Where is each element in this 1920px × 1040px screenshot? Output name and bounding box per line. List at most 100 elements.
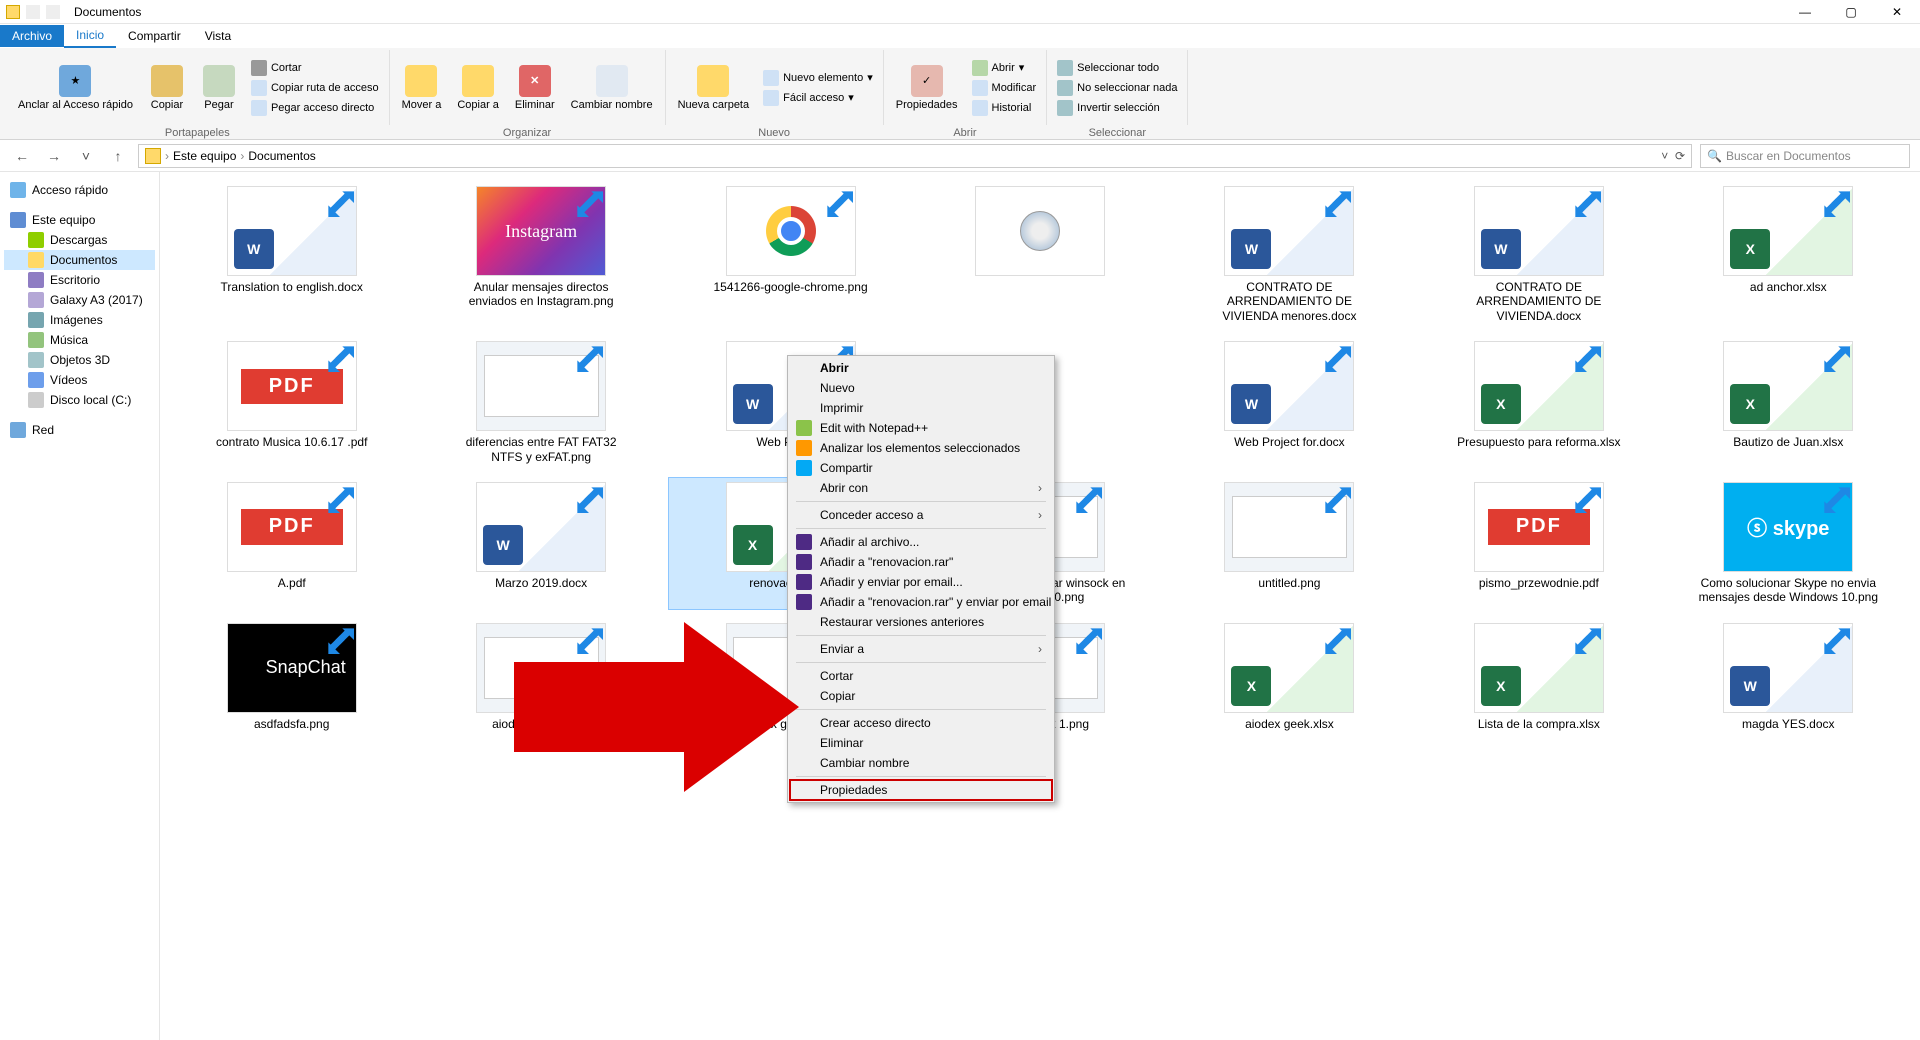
file-item[interactable]: 1541266-google-chrome.png — [669, 182, 912, 327]
tab-vista[interactable]: Vista — [193, 25, 243, 47]
file-item[interactable]: Xaiodex geek.xlsx — [1168, 619, 1411, 735]
file-item[interactable]: InstagramAnular mensajes directos enviad… — [419, 182, 662, 327]
file-item[interactable]: XLista de la compra.xlsx — [1417, 619, 1660, 735]
ribbon-tabs: Archivo Inicio Compartir Vista — [0, 24, 1920, 48]
sidebar-network[interactable]: Red — [4, 420, 155, 440]
sidebar-item-escritorio[interactable]: Escritorio — [4, 270, 155, 290]
breadcrumb-current[interactable]: Documentos — [248, 149, 315, 163]
cm-properties[interactable]: Propiedades — [790, 780, 1052, 800]
file-item[interactable]: Wmagda YES.docx — [1667, 619, 1910, 735]
edit-button[interactable]: Modificar — [968, 79, 1041, 97]
file-name: asdfadsfa.png — [254, 717, 329, 731]
search-input[interactable]: 🔍 Buscar en Documentos — [1700, 144, 1910, 168]
invert-selection-button[interactable]: Invertir selección — [1053, 99, 1181, 117]
tab-archivo[interactable]: Archivo — [0, 25, 64, 47]
cm-cut[interactable]: Cortar — [790, 666, 1052, 686]
file-item[interactable]: WCONTRATO DE ARRENDAMIENTO DE VIVIENDA.d… — [1417, 182, 1660, 327]
sidebar-item-imagenes[interactable]: Imágenes — [4, 310, 155, 330]
file-item[interactable]: untitled.png — [1168, 478, 1411, 609]
file-item[interactable]: PDFcontrato Musica 10.6.17 .pdf — [170, 337, 413, 468]
paste-button[interactable]: Pegar — [195, 63, 243, 113]
up-button[interactable]: ↑ — [106, 144, 130, 168]
tab-inicio[interactable]: Inicio — [64, 24, 116, 48]
cm-rename[interactable]: Cambiar nombre — [790, 753, 1052, 773]
history-button[interactable]: Historial — [968, 99, 1041, 117]
copy-button[interactable]: Copiar — [143, 63, 191, 113]
file-item[interactable]: PDFA.pdf — [170, 478, 413, 609]
delete-button[interactable]: ✕Eliminar — [509, 63, 561, 113]
cm-analyze[interactable]: Analizar los elementos seleccionados — [790, 438, 1052, 458]
minimize-button[interactable]: — — [1782, 0, 1828, 24]
back-button[interactable]: ← — [10, 144, 34, 168]
file-item[interactable]: WCONTRATO DE ARRENDAMIENTO DE VIVIENDA m… — [1168, 182, 1411, 327]
cm-restore[interactable]: Restaurar versiones anteriores — [790, 612, 1052, 632]
file-grid[interactable]: WTranslation to english.docxInstagramAnu… — [160, 172, 1920, 1040]
address-bar[interactable]: › Este equipo › Documentos ˅ ⟳ — [138, 144, 1692, 168]
cm-notepad[interactable]: Edit with Notepad++ — [790, 418, 1052, 438]
cut-button[interactable]: Cortar — [247, 59, 383, 77]
file-name: untitled.png — [1258, 576, 1320, 590]
sidebar-item-musica[interactable]: Música — [4, 330, 155, 350]
select-none-button[interactable]: No seleccionar nada — [1053, 79, 1181, 97]
cm-shortcut[interactable]: Crear acceso directo — [790, 713, 1052, 733]
properties-button[interactable]: ✓Propiedades — [890, 63, 964, 113]
copy-path-button[interactable]: Copiar ruta de acceso — [247, 79, 383, 97]
cm-share[interactable]: Compartir — [790, 458, 1052, 478]
cm-add-email[interactable]: Añadir y enviar por email... — [790, 572, 1052, 592]
cm-print[interactable]: Imprimir — [790, 398, 1052, 418]
pc-icon — [10, 212, 26, 228]
rename-button[interactable]: Cambiar nombre — [565, 63, 659, 113]
paste-icon — [203, 65, 235, 97]
select-all-button[interactable]: Seleccionar todo — [1053, 59, 1181, 77]
new-item-button[interactable]: Nuevo elemento ▾ — [759, 69, 877, 87]
sidebar-item-videos[interactable]: Vídeos — [4, 370, 155, 390]
file-item[interactable]: aiodex geek 3.png — [419, 619, 662, 735]
file-item[interactable]: diferencias entre FAT FAT32 NTFS y exFAT… — [419, 337, 662, 468]
recent-dropdown[interactable]: ˅ — [74, 144, 98, 168]
cm-add-archive[interactable]: Añadir al archivo... — [790, 532, 1052, 552]
file-name: Anular mensajes directos enviados en Ins… — [451, 280, 631, 309]
sidebar-item-documentos[interactable]: Documentos — [4, 250, 155, 270]
address-dropdown-icon[interactable]: ˅ — [1661, 149, 1668, 163]
sidebar-item-objetos[interactable]: Objetos 3D — [4, 350, 155, 370]
refresh-button[interactable]: ⟳ — [1675, 149, 1685, 163]
maximize-button[interactable]: ▢ — [1828, 0, 1874, 24]
sidebar-item-descargas[interactable]: Descargas — [4, 230, 155, 250]
file-item[interactable]: WMarzo 2019.docx — [419, 478, 662, 609]
file-item[interactable]: WWeb Project for.docx — [1168, 337, 1411, 468]
open-button[interactable]: Abrir ▾ — [968, 59, 1041, 77]
sidebar-quick-access[interactable]: Acceso rápido — [4, 180, 155, 200]
cm-open-with[interactable]: Abrir con› — [790, 478, 1052, 498]
cm-open[interactable]: Abrir — [790, 358, 1052, 378]
pin-button[interactable]: ★Anclar al Acceso rápido — [12, 63, 139, 113]
sidebar-item-galaxy[interactable]: Galaxy A3 (2017) — [4, 290, 155, 310]
file-item[interactable]: Xad anchor.xlsx — [1667, 182, 1910, 327]
cm-delete[interactable]: Eliminar — [790, 733, 1052, 753]
easy-access-button[interactable]: Fácil acceso ▾ — [759, 89, 877, 107]
cm-new[interactable]: Nuevo — [790, 378, 1052, 398]
cm-add-rar-email[interactable]: Añadir a "renovacion.rar" y enviar por e… — [790, 592, 1052, 612]
cm-add-rar[interactable]: Añadir a "renovacion.rar" — [790, 552, 1052, 572]
cm-send-to[interactable]: Enviar a› — [790, 639, 1052, 659]
qat-dropdown-icon[interactable] — [46, 5, 60, 19]
new-folder-button[interactable]: Nueva carpeta — [672, 63, 756, 113]
cm-copy[interactable]: Copiar — [790, 686, 1052, 706]
move-to-button[interactable]: Mover a — [396, 63, 448, 113]
qat-icon[interactable] — [26, 5, 40, 19]
forward-button[interactable]: → — [42, 144, 66, 168]
sidebar-item-disco[interactable]: Disco local (C:) — [4, 390, 155, 410]
file-item[interactable]: XBautizo de Juan.xlsx — [1667, 337, 1910, 468]
paste-shortcut-button[interactable]: Pegar acceso directo — [247, 99, 383, 117]
close-button[interactable]: ✕ — [1874, 0, 1920, 24]
file-item[interactable]: PDFpismo_przewodnie.pdf — [1417, 478, 1660, 609]
breadcrumb-root[interactable]: Este equipo — [173, 149, 236, 163]
file-item[interactable]: WTranslation to english.docx — [170, 182, 413, 327]
copy-to-button[interactable]: Copiar a — [451, 63, 505, 113]
sidebar-this-pc[interactable]: Este equipo — [4, 210, 155, 230]
file-item[interactable]: XPresupuesto para reforma.xlsx — [1417, 337, 1660, 468]
cm-grant-access[interactable]: Conceder acceso a› — [790, 505, 1052, 525]
file-item[interactable] — [918, 182, 1161, 327]
file-item[interactable]: SnapChatasdfadsfa.png — [170, 619, 413, 735]
file-item[interactable]: ⓢ skypeComo solucionar Skype no envia me… — [1667, 478, 1910, 609]
tab-compartir[interactable]: Compartir — [116, 25, 193, 47]
